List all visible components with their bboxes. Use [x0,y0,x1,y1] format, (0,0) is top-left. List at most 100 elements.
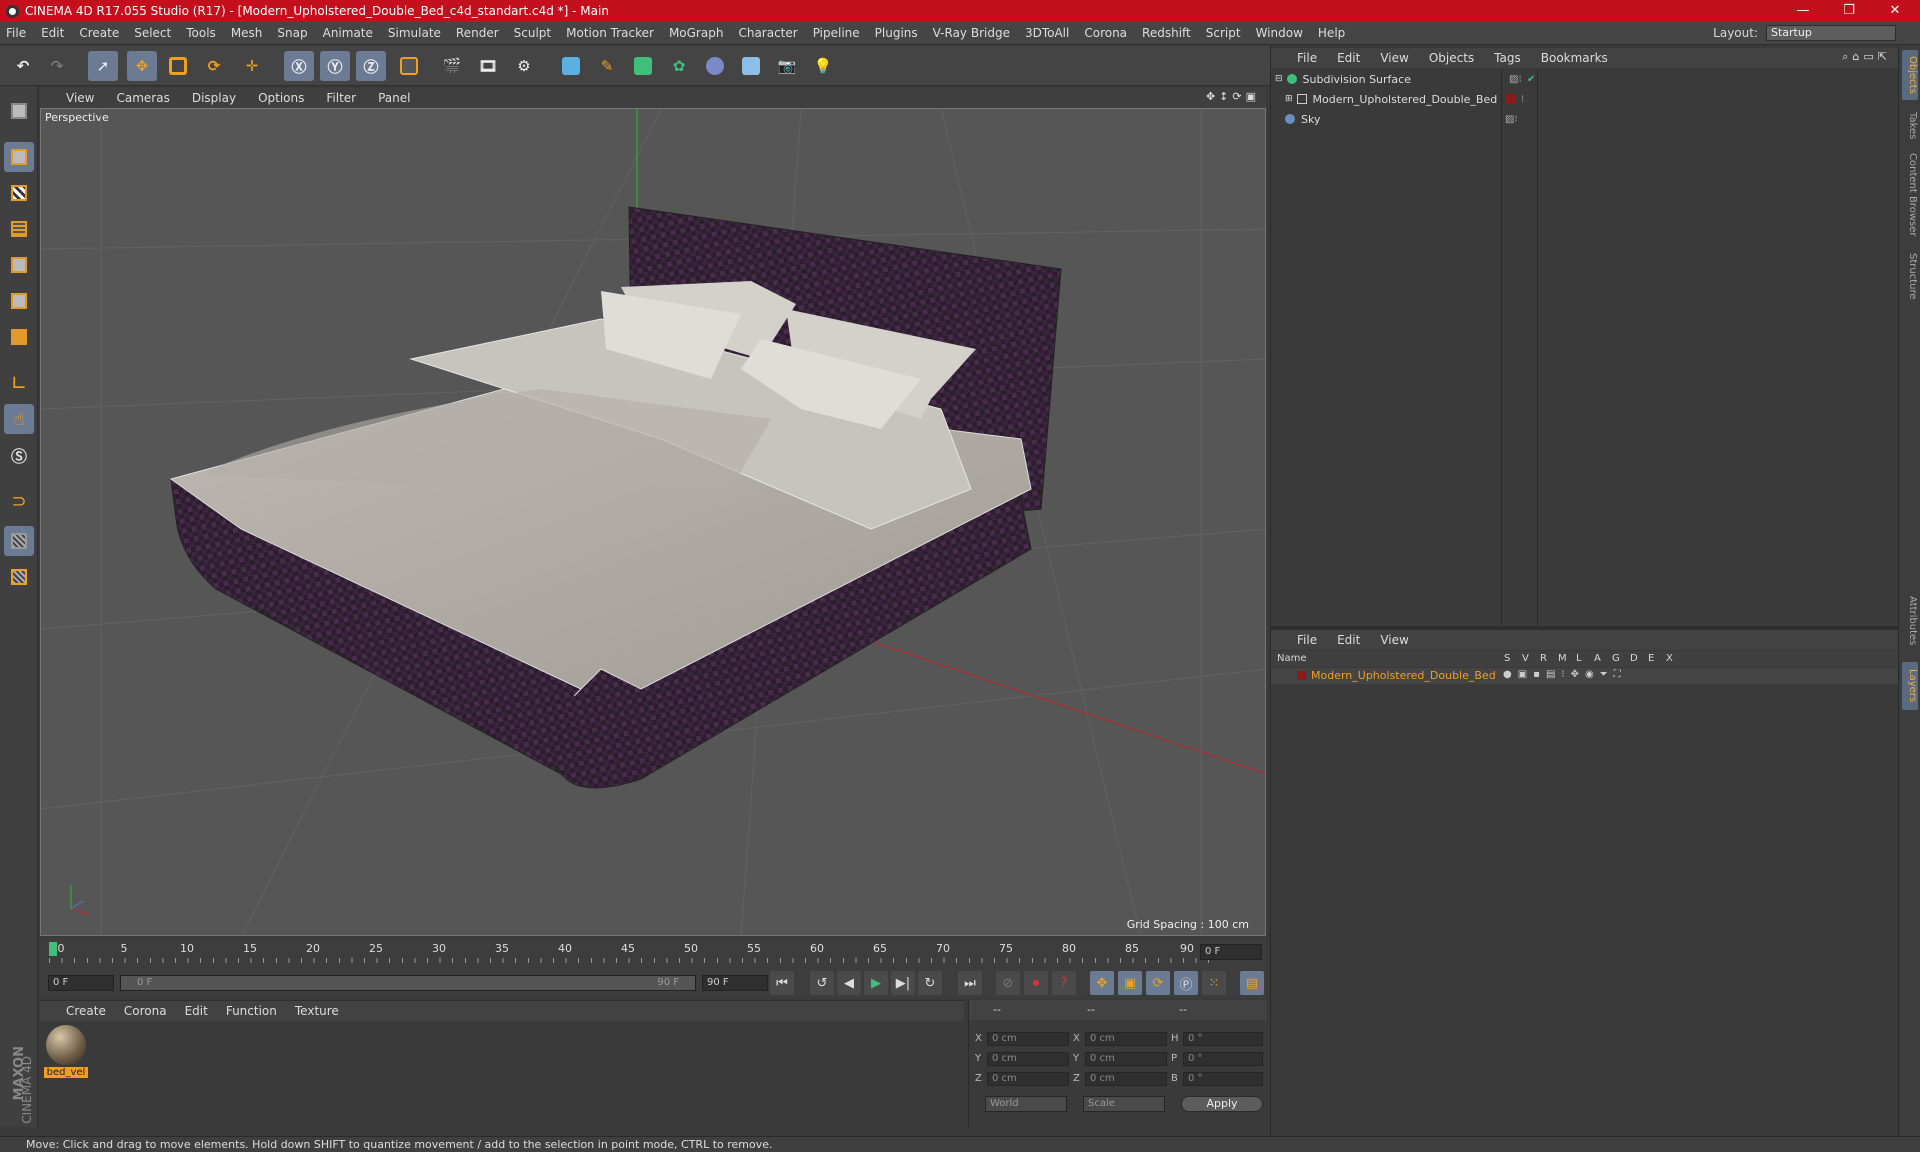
minimize-button[interactable]: — [1781,0,1825,22]
pos-y-field[interactable]: 0 cm [987,1052,1069,1066]
tab-takes[interactable]: Takes [1902,106,1918,146]
end-frame-field[interactable]: 90 F [702,975,768,991]
key-scale-icon[interactable]: ▣ [1118,971,1142,995]
layer-menu-edit[interactable]: Edit [1337,633,1360,647]
viewport-menu-options[interactable]: Options [258,91,304,105]
snap-magnet-icon[interactable]: ⊃ [4,486,34,516]
edit-render-settings-icon[interactable]: ⚙ [509,51,539,81]
rot-h-field[interactable]: 0 ° [1183,1032,1263,1046]
layer-menu-view[interactable]: View [1380,633,1408,647]
obj-menu-view[interactable]: View [1380,51,1408,65]
model-mode-icon[interactable] [4,142,34,172]
layout-dropdown[interactable]: Startup [1766,25,1896,41]
tab-attributes[interactable]: Attributes [1902,586,1918,656]
menu-mesh[interactable]: Mesh [231,26,263,40]
menu-render[interactable]: Render [456,26,499,40]
obj-menu-objects[interactable]: Objects [1429,51,1474,65]
apply-button[interactable]: Apply [1181,1096,1263,1112]
obj-visibility-toggle[interactable]: ⁝ [1521,94,1524,105]
prev-frame-icon[interactable]: ◀ [837,971,861,995]
make-editable-icon[interactable] [4,96,34,126]
object-row-bed[interactable]: ⊞ Modern_Upholstered_Double_Bed ⁝ [1285,90,1524,108]
close-button[interactable]: ✕ [1873,0,1917,22]
material-swatch[interactable]: bed_vel [44,1025,88,1081]
perspective-viewport[interactable]: Perspective Grid Spacing: 100 cm [40,108,1266,936]
mograph-cloner-icon[interactable]: ✿ [664,51,694,81]
obj-menu-tags[interactable]: Tags [1494,51,1521,65]
pos-x-field[interactable]: 0 cm [987,1032,1069,1046]
menu-redshift[interactable]: Redshift [1142,26,1191,40]
playhead-marker[interactable] [49,942,57,956]
obj-search-icon[interactable]: ⌕⌂▭⇱ [1842,50,1891,64]
viewport-menu-view[interactable]: View [66,91,94,105]
obj-visibility-toggle[interactable]: ▨⁝ [1505,114,1518,125]
render-view-icon[interactable]: 🎬 [437,51,467,81]
size-y-field[interactable]: 0 cm [1085,1052,1167,1066]
next-frame-icon[interactable]: ▶| [891,971,915,995]
menu-corona[interactable]: Corona [1084,26,1127,40]
redo-icon[interactable]: ↷ [42,51,72,81]
z-axis-lock-icon[interactable]: Ⓩ [356,51,386,81]
menu-file[interactable]: File [6,26,26,40]
mat-menu-texture[interactable]: Texture [295,1004,339,1018]
viewport-nav-icons[interactable]: ✥↕⟳▣ [1206,90,1260,103]
obj-menu-file[interactable]: File [1297,51,1317,65]
workplane-lock-icon[interactable] [4,526,34,556]
tab-layers[interactable]: Layers [1902,662,1918,710]
coord-mode-dropdown[interactable]: World [985,1096,1067,1112]
rot-p-field[interactable]: 0 ° [1183,1052,1263,1066]
texture-mode-icon[interactable] [4,178,34,208]
menu-mograph[interactable]: MoGraph [669,26,724,40]
workplane-mode-icon[interactable] [4,214,34,244]
menu-simulate[interactable]: Simulate [388,26,441,40]
light-icon[interactable]: 💡 [808,51,838,81]
layer-flag-icons[interactable]: ●▣▪▤⁝✥◉⏷⛶ [1503,669,1627,680]
cube-primitive-icon[interactable] [556,51,586,81]
layer-row[interactable]: Modern_Upholstered_Double_Bed ●▣▪▤⁝✥◉⏷⛶ [1271,668,1899,684]
polygons-mode-icon[interactable] [4,322,34,352]
current-frame-field[interactable]: 0 F [1200,944,1262,960]
menu-select[interactable]: Select [134,26,171,40]
spline-pen-icon[interactable]: ✎ [592,51,622,81]
bed-model[interactable] [169,206,1062,789]
prev-key-icon[interactable]: ↺ [810,971,834,995]
mat-menu-corona[interactable]: Corona [124,1004,167,1018]
menu-character[interactable]: Character [738,26,797,40]
y-axis-lock-icon[interactable]: Ⓨ [320,51,350,81]
mat-menu-create[interactable]: Create [66,1004,106,1018]
menu-vray-bridge[interactable]: V-Ray Bridge [933,26,1010,40]
obj-enabled-check[interactable]: ✔ [1527,74,1535,85]
workplane-grid-icon[interactable] [4,562,34,592]
solo-mode-icon[interactable]: Ⓢ [4,440,34,470]
menu-script[interactable]: Script [1206,26,1241,40]
x-axis-lock-icon[interactable]: Ⓧ [284,51,314,81]
obj-menu-bookmarks[interactable]: Bookmarks [1541,51,1608,65]
live-selection-icon[interactable]: ✛ [237,51,267,81]
object-row-sky[interactable]: Sky ▨⁝ [1285,110,1518,128]
scale-mode-dropdown[interactable]: Scale [1083,1096,1165,1112]
frame-range-slider[interactable]: 0 F 90 F [120,975,696,991]
key-parameter-icon[interactable]: Ⓟ [1174,971,1198,995]
select-tool-icon[interactable]: ➚ [88,51,118,81]
size-z-field[interactable]: 0 cm [1085,1072,1167,1086]
layer-menu-file[interactable]: File [1297,633,1317,647]
key-pla-icon[interactable]: ⁙ [1202,971,1226,995]
menu-3dtoall[interactable]: 3DToAll [1025,26,1069,40]
viewport-menu-filter[interactable]: Filter [326,91,356,105]
layer-color-swatch[interactable] [1297,671,1306,680]
menu-animate[interactable]: Animate [323,26,373,40]
object-row-subdivision[interactable]: ⊟ Subdivision Surface ▨⁝ ✔ [1275,70,1535,88]
points-mode-icon[interactable] [4,250,34,280]
timeline-window-icon[interactable]: ▤ [1240,971,1264,995]
size-x-field[interactable]: 0 cm [1085,1032,1167,1046]
axis-mode-icon[interactable]: ∟ [4,368,34,398]
menu-pipeline[interactable]: Pipeline [813,26,860,40]
viewport-menu-display[interactable]: Display [192,91,236,105]
menu-sculpt[interactable]: Sculpt [514,26,551,40]
coordinate-system-icon[interactable] [394,51,424,81]
next-key-icon[interactable]: ↻ [918,971,942,995]
goto-end-icon[interactable]: ⏭ [958,971,982,995]
menu-create[interactable]: Create [79,26,119,40]
deformer-icon[interactable] [700,51,730,81]
menu-window[interactable]: Window [1256,26,1303,40]
